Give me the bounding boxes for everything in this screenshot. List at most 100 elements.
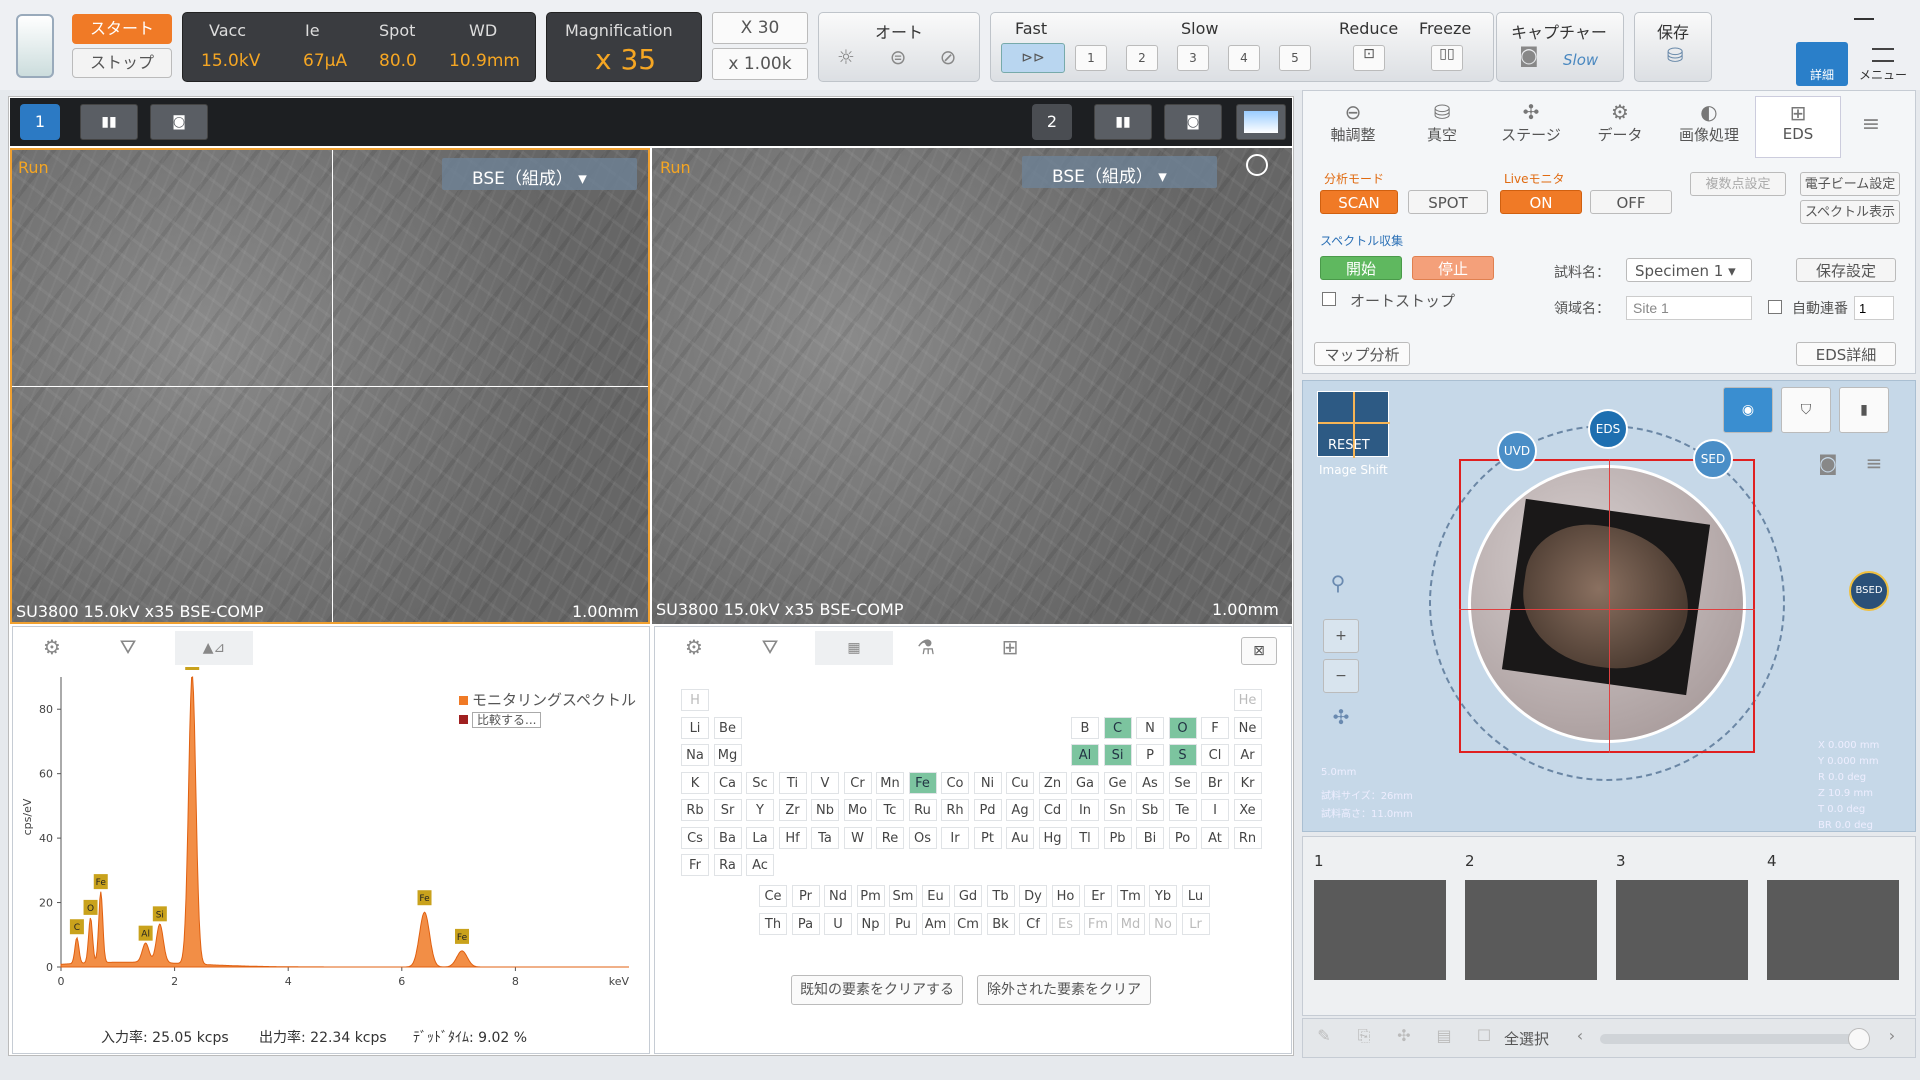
element-Rn[interactable]: Rn [1233,826,1262,849]
auto-focus-icon[interactable]: ⊜ [883,45,913,69]
element-H[interactable]: H [681,689,709,711]
periodic-close-icon[interactable]: ⊠ [1241,637,1277,665]
element-Nd[interactable]: Nd [824,885,852,907]
element-O[interactable]: O [1168,716,1197,739]
select-all-icon[interactable]: ☐ [1470,1026,1498,1045]
eds-detector[interactable]: EDS [1588,409,1628,449]
element-Tm[interactable]: Tm [1116,885,1145,907]
element-Ta[interactable]: Ta [811,826,839,849]
spectrum-tab[interactable]: ▲⊿ [175,631,253,665]
element-Sc[interactable]: Sc [746,771,774,794]
element-Pm[interactable]: Pm [856,885,885,907]
element-Sm[interactable]: Sm [889,885,917,907]
element-W[interactable]: W [843,826,872,849]
collect-stop-button[interactable]: 停止 [1412,256,1494,280]
element-Tl[interactable]: Tl [1071,826,1099,849]
element-Al[interactable]: Al [1071,744,1099,766]
element-Se[interactable]: Se [1168,771,1197,794]
pause-button-2[interactable]: ▮▮ [1094,104,1152,140]
scroll-right-icon[interactable]: › [1882,1026,1902,1045]
scan-button[interactable]: SCAN [1320,190,1398,214]
eds-detail-button[interactable]: EDS詳細 [1796,342,1896,366]
region-field[interactable] [1626,296,1752,320]
element-La[interactable]: La [746,826,774,849]
thumbnail-scrollbar[interactable] [1600,1028,1870,1050]
element-Eu[interactable]: Eu [921,885,950,907]
element-Bi[interactable]: Bi [1136,826,1164,849]
fit-icon[interactable]: ✣ [1323,705,1359,729]
element-Pb[interactable]: Pb [1103,826,1132,849]
bsed-detector[interactable]: BSED [1849,571,1889,611]
delete-icon[interactable]: ▤ [1430,1026,1458,1045]
element-Ti[interactable]: Ti [778,771,807,794]
element-P[interactable]: P [1136,744,1164,766]
element-Cu[interactable]: Cu [1006,771,1034,794]
auto-number-checkbox[interactable] [1768,300,1782,314]
periodic-tab-3-icon[interactable]: ⊞ [995,635,1025,659]
right-tab-5[interactable]: ◐ 画像処理 [1666,96,1752,158]
detector-select-1[interactable]: BSE（組成） ▾ [442,158,637,190]
element-As[interactable]: As [1136,771,1164,794]
live-off-button[interactable]: OFF [1590,190,1672,214]
stage-camera-icon[interactable]: ◙ [1813,451,1843,475]
live-on-button[interactable]: ON [1500,190,1582,214]
element-B[interactable]: B [1071,716,1099,739]
element-Lr[interactable]: Lr [1181,913,1210,935]
element-Ru[interactable]: Ru [908,799,937,821]
stage-menu-icon[interactable]: ≡ [1859,451,1889,475]
element-Np[interactable]: Np [856,913,885,935]
element-Si[interactable]: Si [1103,744,1132,766]
slow-mode-4-button[interactable]: 4 [1228,45,1260,71]
save-settings-button[interactable]: 保存設定 [1796,258,1896,282]
capture-group[interactable]: キャプチャー ◙ Slow [1496,12,1624,82]
right-tab-1[interactable]: ⊖ 軸調整 [1310,96,1396,158]
select-all-label[interactable]: 全選択 [1504,1028,1549,1049]
right-tab-6[interactable]: ⊞ EDS [1755,96,1841,158]
element-Fm[interactable]: Fm [1084,913,1112,935]
right-tab-3[interactable]: ✣ ステージ [1488,96,1574,158]
multi-point-button[interactable]: 複数点設定 [1690,172,1786,196]
spot-button[interactable]: SPOT [1408,190,1488,214]
element-Be[interactable]: Be [713,716,742,739]
element-Es[interactable]: Es [1051,913,1080,935]
export-icon[interactable]: ⎘ [1350,1026,1378,1046]
start-button[interactable]: スタート [72,14,172,44]
stage-mode-button-3[interactable]: ▮ [1839,387,1889,433]
thumbnail-slot[interactable] [1465,880,1597,980]
element-Cr[interactable]: Cr [843,771,872,794]
magnification-box[interactable]: Magnification x 35 [546,12,702,82]
element-Au[interactable]: Au [1006,826,1034,849]
element-Pd[interactable]: Pd [973,799,1002,821]
element-Ni[interactable]: Ni [973,771,1002,794]
thumbnail-slot[interactable] [1616,880,1748,980]
element-Sn[interactable]: Sn [1103,799,1132,821]
sem-image-1[interactable]: Run BSE（組成） ▾ SU3800 15.0kV x35 BSE-COMP… [10,148,650,624]
element-Fe[interactable]: Fe [908,771,937,794]
element-Tb[interactable]: Tb [986,885,1015,907]
detail-button[interactable]: 詳細 [1796,42,1848,86]
slow-mode-3-button[interactable]: 3 [1177,45,1209,71]
element-C[interactable]: C [1103,716,1132,739]
element-Md[interactable]: Md [1116,913,1145,935]
element-Cl[interactable]: Cl [1201,744,1229,766]
field-of-view-rect[interactable] [1459,459,1755,753]
right-tab-2[interactable]: ⛁ 真空 [1399,96,1485,158]
element-Hg[interactable]: Hg [1038,826,1067,849]
element-S[interactable]: S [1168,744,1197,766]
element-Gd[interactable]: Gd [954,885,982,907]
spectrum-filter-icon[interactable]: ⛛ [113,635,143,659]
element-Sb[interactable]: Sb [1136,799,1164,821]
collect-start-button[interactable]: 開始 [1320,256,1402,280]
element-Cd[interactable]: Cd [1038,799,1067,821]
ie-value[interactable]: 67μA [303,51,347,71]
freeze-button[interactable]: ▯▯ [1431,45,1463,71]
right-menu-icon[interactable]: ≡ [1856,112,1886,137]
layout-button[interactable] [1236,104,1286,140]
element-Os[interactable]: Os [908,826,937,849]
edit-icon[interactable]: ✎ [1310,1026,1338,1045]
element-Fr[interactable]: Fr [681,854,709,876]
mag-x1k-button[interactable]: x 1.00k [712,48,808,80]
element-Pr[interactable]: Pr [791,885,820,907]
auto-number-field[interactable] [1854,296,1894,320]
element-Er[interactable]: Er [1084,885,1112,907]
